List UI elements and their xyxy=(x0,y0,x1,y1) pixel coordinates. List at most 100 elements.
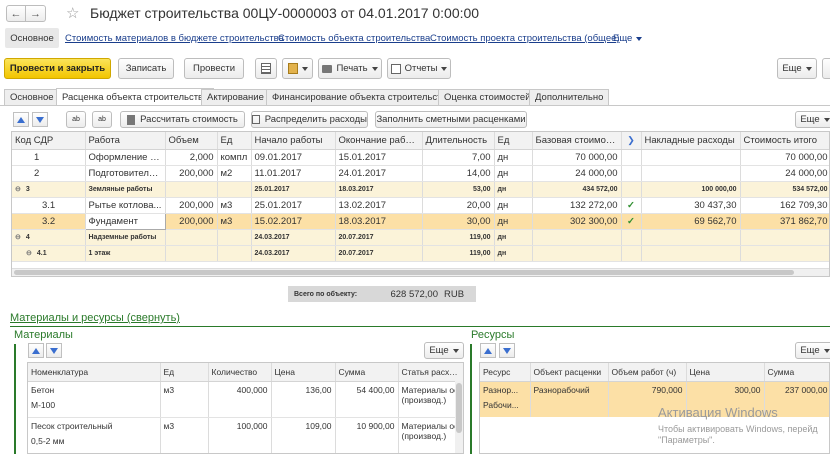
materials-up-button[interactable] xyxy=(28,343,44,358)
col-code[interactable]: Код СДР xyxy=(12,132,86,150)
cell-work: 1 этаж xyxy=(85,245,166,262)
main-section-button[interactable]: Основное xyxy=(5,28,59,48)
cell-duration-unit: дн xyxy=(494,245,533,262)
cell-volume xyxy=(165,245,218,262)
col-work-volume[interactable]: Объем работ (ч) xyxy=(608,363,687,382)
project-cost-link[interactable]: Стоимость проекта строительства (общее) xyxy=(430,33,620,44)
calculate-cost-button[interactable]: Рассчитать стоимость xyxy=(120,111,245,128)
cell-code: 2 xyxy=(12,165,86,182)
cell-end: 18.03.2017 xyxy=(335,213,423,230)
object-cost-link[interactable]: Стоимость объекта строительства xyxy=(278,33,430,44)
group-row[interactable]: ⊖ 4.1 1 этаж 24.03.2017 20.07.2017 119,00… xyxy=(12,245,829,262)
toolbar-extra-button[interactable] xyxy=(822,58,830,79)
pick-row-button[interactable]: ab xyxy=(92,111,112,128)
list-icon-button[interactable] xyxy=(255,58,277,79)
horizontal-scrollbar[interactable] xyxy=(12,268,829,276)
cell-work[interactable]: Фундамент xyxy=(84,212,166,230)
cell-start: 11.01.2017 xyxy=(251,165,336,182)
forward-button[interactable]: → xyxy=(26,5,46,22)
move-up-button[interactable] xyxy=(13,112,29,127)
col-nomenclature[interactable]: Номенклатура xyxy=(28,363,161,382)
table-row[interactable]: 3.1 Рытье котлова... 200,000 м3 25.01.20… xyxy=(12,197,829,214)
table-row[interactable]: Песок строительный 0,5-2 мм м3 100,000 10… xyxy=(28,417,463,453)
group-row[interactable]: ⊖ 4 Надземные работы 24.03.2017 20.07.201… xyxy=(12,229,829,246)
header-more-menu[interactable]: Еще xyxy=(613,33,643,44)
col-base-cost[interactable]: Базовая стоимость xyxy=(532,132,622,150)
grid-more-button[interactable]: Еще xyxy=(795,111,830,128)
table-row[interactable]: Бетон М-100 м3 400,000 136,00 54 400,00 М… xyxy=(28,381,463,418)
tab-estimate[interactable]: Расценка объекта строительства xyxy=(56,88,215,105)
move-down-button[interactable] xyxy=(32,112,48,127)
scrollbar-thumb[interactable] xyxy=(456,383,462,433)
col-unit[interactable]: Ед xyxy=(160,363,209,382)
group-row[interactable]: ⊖ 3 Земляные работы 25.01.2017 18.03.2017… xyxy=(12,181,829,198)
col-unit[interactable]: Ед xyxy=(217,132,252,150)
resources-down-button[interactable] xyxy=(499,343,515,358)
col-volume[interactable]: Объем xyxy=(165,132,218,150)
col-sum[interactable]: Сумма xyxy=(764,363,829,382)
create-based-button[interactable] xyxy=(282,58,313,79)
calculator-icon xyxy=(127,114,136,125)
resources-up-button[interactable] xyxy=(480,343,496,358)
materials-more-button[interactable]: Еще xyxy=(424,342,464,359)
star-icon[interactable]: ☆ xyxy=(66,4,79,22)
col-duration[interactable]: Длительность xyxy=(422,132,495,150)
materials-left-border xyxy=(14,344,16,454)
vertical-scrollbar[interactable] xyxy=(455,381,463,453)
post-and-close-button[interactable]: Провести и закрыть xyxy=(4,58,111,79)
col-price[interactable]: Цена xyxy=(271,363,336,382)
cell-sum: 54 400,00 xyxy=(335,381,399,418)
col-share[interactable]: ❯ xyxy=(621,132,642,150)
col-price[interactable]: Цена xyxy=(686,363,765,382)
tab-main[interactable]: Основное xyxy=(4,89,60,105)
table-row[interactable]: 2 Подготовитель... 200,000 м2 11.01.2017… xyxy=(12,165,829,182)
col-total[interactable]: Стоимость итого xyxy=(740,132,829,150)
col-end[interactable]: Окончание работы xyxy=(335,132,423,150)
tab-acts[interactable]: Актирование xyxy=(201,89,270,105)
materials-down-button[interactable] xyxy=(46,343,62,358)
distribute-expenses-button[interactable]: Распределить расходы xyxy=(251,111,368,128)
reports-button[interactable]: Отчеты xyxy=(387,58,451,79)
cell-start: 09.01.2017 xyxy=(251,149,336,166)
col-object[interactable]: Объект расценки xyxy=(530,363,609,382)
add-row-button[interactable]: ab xyxy=(66,111,86,128)
col-work[interactable]: Работа xyxy=(85,132,166,150)
col-overhead[interactable]: Накладные расходы xyxy=(641,132,741,150)
save-button[interactable]: Записать xyxy=(118,58,174,79)
estimate-grid[interactable]: Код СДР Работа Объем Ед Начало работы Ок… xyxy=(11,131,830,277)
collapse-icon[interactable]: ⊖ xyxy=(15,234,21,241)
cell-work: Оформление д... xyxy=(85,149,166,166)
scrollbar-thumb[interactable] xyxy=(14,270,794,275)
cell-start: 24.03.2017 xyxy=(251,245,336,262)
col-duration-unit[interactable]: Ед xyxy=(494,132,533,150)
col-resource[interactable]: Ресурс xyxy=(480,363,531,382)
materials-table[interactable]: Номенклатура Ед Количество Цена Сумма Ст… xyxy=(27,362,464,454)
print-button[interactable]: Печать xyxy=(318,58,382,79)
materials-cost-link[interactable]: Стоимость материалов в бюджете строитель… xyxy=(65,33,284,44)
materials-resources-toggle[interactable]: Материалы и ресурсы (свернуть) xyxy=(10,312,180,324)
col-start[interactable]: Начало работы xyxy=(251,132,336,150)
fill-estimate-button[interactable]: Заполнить сметными расценками xyxy=(375,111,527,128)
post-button[interactable]: Провести xyxy=(184,58,244,79)
cell-duration: 53,00 xyxy=(422,181,495,198)
tab-cost-evaluation[interactable]: Оценка стоимостей xyxy=(438,89,537,105)
cell-resource[interactable]: Разнор... Рабочи... xyxy=(480,381,531,417)
table-row[interactable]: 1 Оформление д... 2,000 компл 09.01.2017… xyxy=(12,149,829,166)
cell-volume: 2,000 xyxy=(165,149,218,166)
table-row-selected[interactable]: 3.2 Фундамент 200,000 м3 15.02.2017 18.0… xyxy=(12,212,829,230)
col-sum[interactable]: Сумма xyxy=(335,363,399,382)
cell-base-cost: 434 572,00 xyxy=(532,181,622,198)
tab-additional[interactable]: Дополнительно xyxy=(529,89,610,105)
tab-financing[interactable]: Финансирование объекта строительства xyxy=(266,89,458,105)
arrow-up-icon xyxy=(484,347,492,354)
collapse-icon[interactable]: ⊖ xyxy=(15,186,21,193)
total-value: 628 572,00 xyxy=(390,288,438,300)
toolbar-more-button[interactable]: Еще xyxy=(777,58,817,79)
cell-duration-unit: дн xyxy=(494,165,533,182)
col-quantity[interactable]: Количество xyxy=(208,363,272,382)
resources-more-button[interactable]: Еще xyxy=(795,342,830,359)
collapse-icon[interactable]: ⊖ xyxy=(26,250,32,257)
cell-nomenclature: Бетон М-100 xyxy=(28,381,161,418)
col-article[interactable]: Статья расходов xyxy=(398,363,463,382)
back-button[interactable]: ← xyxy=(6,5,26,22)
